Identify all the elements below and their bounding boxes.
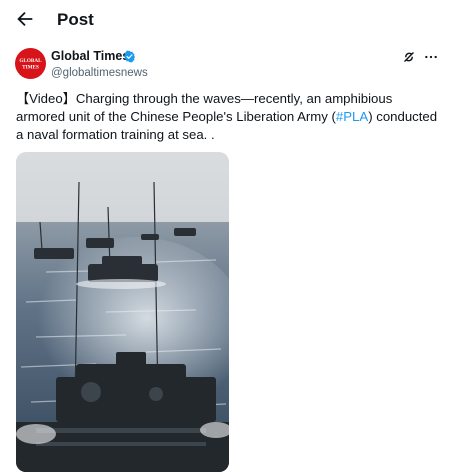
avatar-text-line1: GLOBAL bbox=[19, 58, 42, 64]
post-text: 【Video】Charging through the waves—recent… bbox=[16, 90, 442, 144]
post-header: Post bbox=[0, 0, 450, 40]
grok-icon[interactable] bbox=[402, 50, 416, 64]
author-handle[interactable]: @globaltimesnews bbox=[51, 66, 148, 80]
author-name[interactable]: Global Times bbox=[51, 49, 129, 64]
more-dots-icon[interactable] bbox=[424, 50, 438, 64]
arrow-left-icon bbox=[17, 11, 33, 27]
avatar[interactable]: GLOBAL TIMES bbox=[15, 48, 46, 79]
verified-badge-icon bbox=[124, 50, 135, 63]
page-title: Post bbox=[57, 10, 94, 29]
back-button[interactable] bbox=[14, 8, 36, 30]
avatar-text-line2: TIMES bbox=[22, 65, 39, 71]
hashtag-link[interactable]: #PLA bbox=[336, 109, 368, 124]
video-thumbnail-image bbox=[16, 152, 229, 472]
post-video[interactable] bbox=[16, 152, 229, 472]
